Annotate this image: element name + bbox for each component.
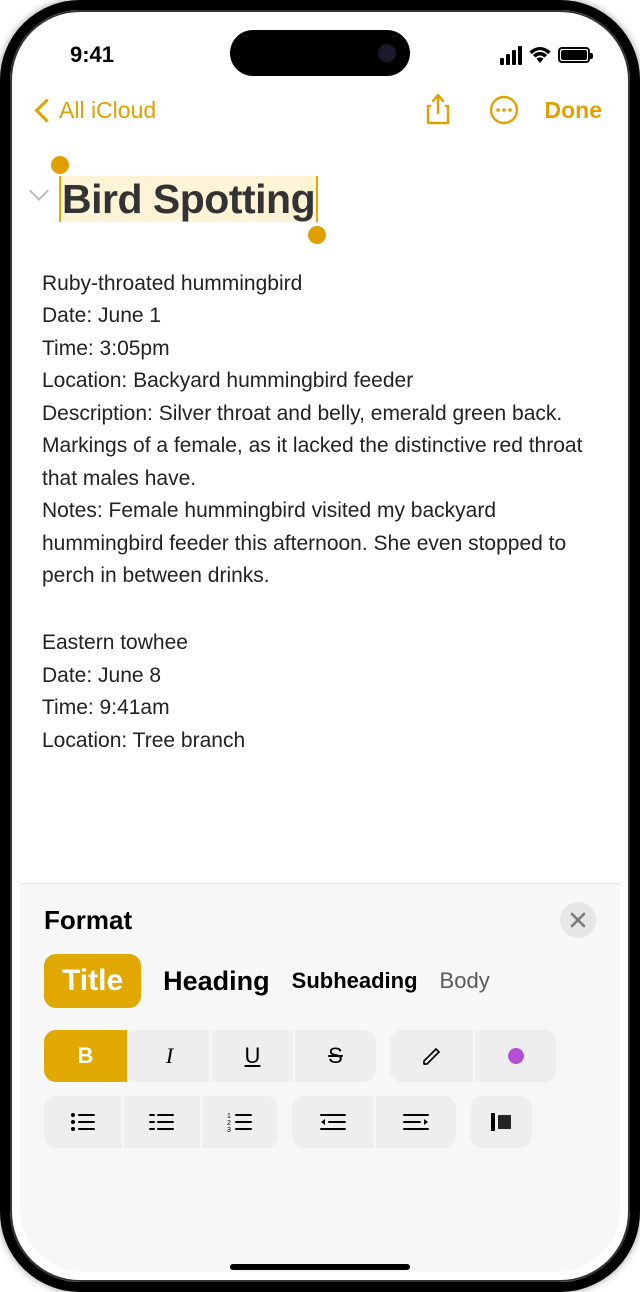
clock: 9:41 (70, 42, 114, 68)
italic-button[interactable]: I (127, 1030, 210, 1082)
share-icon (425, 94, 451, 126)
style-heading[interactable]: Heading (163, 966, 270, 997)
cellular-icon (500, 46, 522, 65)
back-label: All iCloud (59, 97, 156, 124)
ellipsis-circle-icon (489, 95, 519, 125)
more-button[interactable] (487, 93, 521, 127)
bulleted-list-button[interactable] (44, 1096, 122, 1148)
dash-list-icon (149, 1112, 175, 1132)
block-quote-icon (489, 1111, 513, 1133)
battery-icon (558, 47, 590, 63)
fold-chevron-icon[interactable] (29, 181, 49, 201)
close-icon (570, 912, 586, 928)
style-title[interactable]: Title (44, 954, 141, 1008)
dynamic-island (230, 30, 410, 76)
svg-text:2: 2 (227, 1120, 231, 1127)
style-subheading[interactable]: Subheading (292, 968, 418, 994)
done-button[interactable]: Done (545, 97, 603, 124)
bullet-list-icon (70, 1112, 96, 1132)
svg-text:1: 1 (227, 1113, 231, 1120)
dashed-list-button[interactable] (122, 1096, 200, 1148)
pencil-icon (420, 1044, 444, 1068)
bold-button[interactable]: B (44, 1030, 127, 1082)
navigation-bar: All iCloud Done (10, 80, 630, 140)
strikethrough-button[interactable]: S (293, 1030, 376, 1082)
outdent-icon (319, 1112, 347, 1132)
format-panel-title: Format (44, 905, 132, 936)
note-body[interactable]: Ruby-throated hummingbird Date: June 1 T… (42, 268, 598, 758)
color-swatch-icon (508, 1048, 524, 1064)
style-body[interactable]: Body (440, 968, 490, 994)
chevron-left-icon (34, 98, 58, 122)
note-editor[interactable]: Bird Spotting Ruby-throated hummingbird … (10, 140, 630, 757)
block-quote-button[interactable] (470, 1096, 532, 1148)
numbered-list-button[interactable]: 123 (200, 1096, 278, 1148)
share-button[interactable] (421, 93, 455, 127)
paragraph-style-picker[interactable]: Title Heading Subheading Body (44, 954, 596, 1008)
selection-handle-end[interactable] (308, 226, 326, 244)
highlight-button[interactable] (390, 1030, 473, 1082)
outdent-button[interactable] (292, 1096, 374, 1148)
underline-button[interactable]: U (210, 1030, 293, 1082)
indent-icon (402, 1112, 430, 1132)
format-panel: Format Title Heading Subheading Body B I… (20, 883, 620, 1272)
text-color-button[interactable] (473, 1030, 556, 1082)
selection-handle-start[interactable] (51, 156, 69, 174)
wifi-icon (529, 47, 551, 63)
close-button[interactable] (560, 902, 596, 938)
indent-button[interactable] (374, 1096, 456, 1148)
back-button[interactable]: All iCloud (38, 97, 156, 124)
home-indicator[interactable] (230, 1264, 410, 1270)
number-list-icon: 123 (227, 1112, 253, 1132)
note-title[interactable]: Bird Spotting (60, 176, 317, 222)
svg-text:3: 3 (227, 1127, 231, 1132)
